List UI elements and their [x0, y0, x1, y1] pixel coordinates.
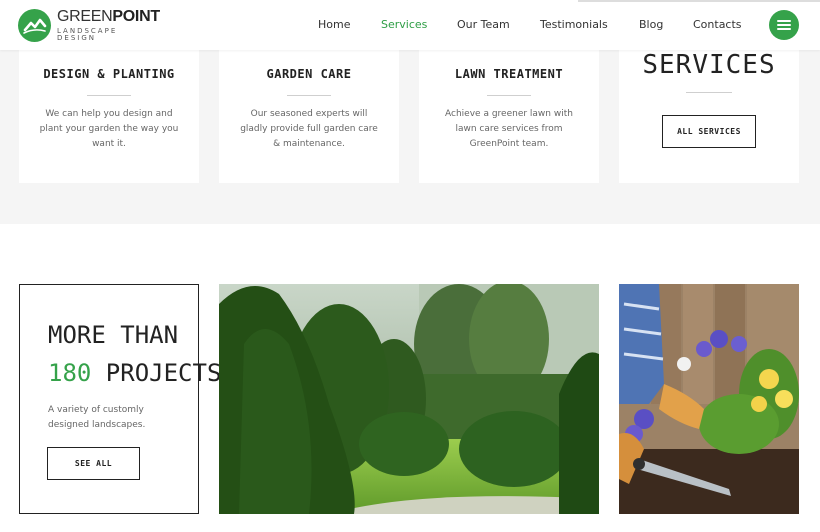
nav-item-blog[interactable]: Blog: [639, 18, 663, 31]
service-text: Our seasoned experts will gladly provide…: [240, 109, 378, 149]
all-services-button[interactable]: ALL SERVICES: [662, 115, 756, 148]
site-logo[interactable]: GREENPOINT LANDSCAPE DESIGN: [18, 7, 160, 42]
brand-tagline: LANDSCAPE DESIGN: [57, 26, 118, 42]
divider: [287, 95, 331, 96]
service-card-lawn-treatment[interactable]: LAWN TREATMENT Achieve a greener lawn wi…: [419, 50, 599, 183]
top-edge-strip: [578, 0, 820, 2]
service-text: We can help you design and plant your ga…: [39, 109, 179, 149]
services-heading-card: SERVICES ALL SERVICES: [619, 50, 799, 183]
brand-name: GREENPOINT: [57, 7, 160, 25]
projects-heading-line1: MORE THAN: [48, 321, 179, 349]
nav-item-testimonials[interactable]: Testimonials: [540, 18, 608, 31]
projects-description: A variety of customly designed landscape…: [48, 405, 146, 430]
nav-item-our-team[interactable]: Our Team: [457, 18, 510, 31]
service-title: GARDEN CARE: [266, 67, 352, 81]
projects-count: 180: [48, 359, 92, 387]
divider: [87, 95, 131, 96]
topiary-garden-photo: [219, 284, 599, 514]
nav-item-contacts[interactable]: Contacts: [693, 18, 742, 31]
service-text: Achieve a greener lawn with lawn care se…: [445, 109, 573, 149]
menu-button[interactable]: [769, 10, 799, 40]
projects-box: MORE THAN 180 PROJECTS A variety of cust…: [19, 284, 221, 514]
services-heading: SERVICES: [642, 50, 776, 80]
service-card-garden-care[interactable]: GARDEN CARE Our seasoned experts will gl…: [219, 50, 399, 183]
nav-item-home[interactable]: Home: [318, 18, 350, 31]
nav-item-services[interactable]: Services: [381, 18, 427, 31]
site-header: GREENPOINT LANDSCAPE DESIGN Home Service…: [0, 0, 820, 50]
divider: [487, 95, 531, 96]
service-title: LAWN TREATMENT: [454, 67, 564, 81]
divider: [686, 92, 732, 93]
gardener-planting-photo: [619, 284, 799, 514]
see-all-button[interactable]: SEE ALL: [47, 447, 140, 480]
service-title: DESIGN & PLANTING: [43, 67, 175, 81]
service-card-design-planting[interactable]: DESIGN & PLANTING We can help you design…: [19, 50, 199, 183]
projects-heading-line2: 180 PROJECTS: [48, 359, 222, 387]
logo-mountain-icon: [18, 8, 51, 42]
